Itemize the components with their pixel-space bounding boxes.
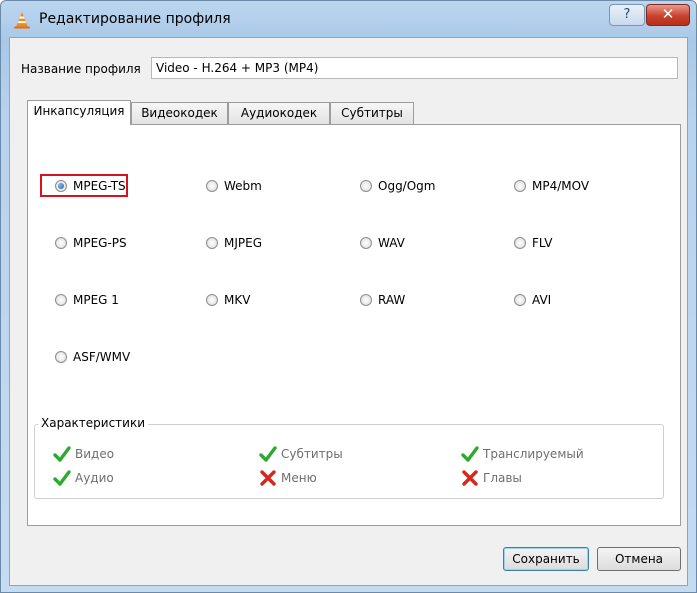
check-icon [259,446,277,462]
radio-icon [206,294,218,306]
format-label: WAV [378,236,405,250]
feature-label: Аудио [75,471,114,485]
profile-name-label: Название профиля [21,62,141,76]
cancel-button[interactable]: Отмена [597,547,681,571]
format-label: MJPEG [224,236,263,250]
radio-icon [514,294,526,306]
tab-video-codec[interactable]: Видеокодек [131,102,228,124]
selection-highlight-box [40,174,128,197]
help-button[interactable]: ? [609,4,645,26]
radio-icon [206,180,218,192]
dialog-client-area: Название профиля Инкапсуляция Видеокодек… [9,37,688,586]
format-label: FLV [532,236,553,250]
feature-label: Субтитры [281,447,343,461]
cross-icon [260,470,276,486]
radio-icon [55,294,67,306]
vlc-cone-icon [14,12,30,29]
check-icon [53,470,71,486]
format-label: Ogg/Ogm [378,179,436,193]
format-label: ASF/WMV [73,350,131,364]
radio-icon [360,180,372,192]
window-title: Редактирование профиля [39,11,231,27]
close-button[interactable]: ✕ [646,4,690,26]
tab-audio-codec[interactable]: Аудиокодек [228,102,330,124]
title-bar[interactable]: Редактирование профиля ? ✕ [1,1,696,37]
format-label: Webm [224,179,262,193]
format-label: AVI [532,293,552,307]
radio-icon [55,351,67,363]
characteristics-title: Характеристики [38,416,149,430]
profile-name-input[interactable] [151,57,678,79]
tab-subtitles[interactable]: Субтитры [330,102,414,124]
feature-label: Меню [281,471,317,485]
format-label: MPEG 1 [73,293,119,307]
check-icon [461,446,479,462]
tab-encapsulation[interactable]: Инкапсуляция [27,100,131,125]
feature-label: Транслируемый [483,447,584,461]
save-button[interactable]: Сохранить [503,547,589,571]
characteristics-group [34,424,664,499]
feature-label: Главы [483,471,522,485]
radio-icon [514,180,526,192]
format-label: RAW [378,293,406,307]
cross-icon [462,470,478,486]
radio-icon [55,237,67,249]
radio-icon [360,294,372,306]
profile-name-row: Название профиля [15,55,682,83]
format-label: MKV [224,293,251,307]
format-label: MP4/MOV [532,179,590,193]
radio-icon [514,237,526,249]
check-icon [53,446,71,462]
radio-icon [360,237,372,249]
feature-label: Видео [75,447,115,461]
profile-editor-window: Редактирование профиля ? ✕ Название проф… [0,0,697,593]
format-label: MPEG-PS [73,236,127,250]
radio-icon [206,237,218,249]
